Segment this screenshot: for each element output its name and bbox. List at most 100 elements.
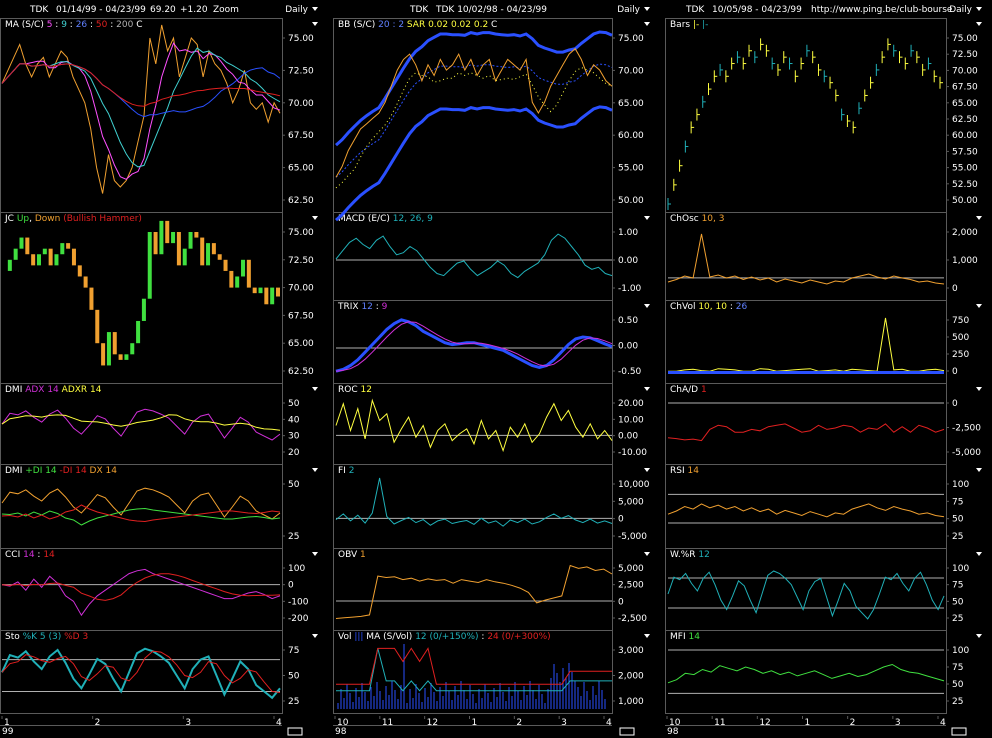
candle — [7, 259, 12, 271]
y-tick-label: 5,000 — [618, 497, 644, 507]
panel-menu-icon[interactable] — [976, 634, 982, 638]
scroll-button-icon[interactable] — [951, 727, 967, 736]
y-tick-label: 0 — [618, 515, 624, 525]
candle — [252, 287, 257, 294]
panel-title-rsi: RSI 14 — [670, 466, 699, 476]
header-url: http://www.ping.be/club-bourse — [811, 5, 953, 15]
y-tick-label: 0 — [952, 399, 958, 409]
panel-menu-icon[interactable] — [644, 387, 650, 391]
y-tick-label: 0 — [618, 597, 624, 607]
panel-menu-icon[interactable] — [976, 468, 982, 472]
series-minus-di — [1, 504, 281, 523]
y-tick-label: 2,500 — [618, 581, 644, 591]
panel-title-ma: MA (S/C) 5 : 9 : 26 : 50 : 200 C — [5, 20, 142, 30]
y-tick-label: 75.00 — [952, 34, 978, 44]
panel-menu-icon[interactable] — [976, 216, 982, 220]
x-tick-label: 11 — [382, 718, 393, 728]
panel-title-macd: MACD (E/C) 12, 26, 9 — [338, 214, 433, 224]
header-symbol: TDK — [685, 5, 705, 15]
candle — [106, 332, 111, 366]
panel-menu-icon[interactable] — [976, 552, 982, 556]
panel-menu-icon[interactable] — [312, 387, 318, 391]
year-label: 99 — [2, 727, 14, 737]
header-change: +1.20 — [180, 5, 208, 15]
panel-frame-wr — [665, 548, 947, 631]
panel-menu-icon[interactable] — [976, 387, 982, 391]
x-tick-label: 4 — [940, 718, 946, 728]
panel-title-sto: Sto %K 5 (3) %D 3 — [5, 632, 88, 642]
scroll-button-icon[interactable] — [287, 727, 303, 736]
panel-title-bars: Bars |- |- — [670, 20, 708, 30]
x-tick-label: 1 — [472, 718, 478, 728]
y-tick-label: 40 — [288, 415, 300, 425]
candle — [188, 232, 193, 249]
y-tick-label: 50 — [288, 672, 300, 682]
y-tick-label: 100 — [952, 646, 969, 656]
panel-frame-dmi2 — [0, 464, 283, 549]
chevron-down-icon[interactable] — [312, 7, 318, 11]
panel-title-roc: ROC 12 — [338, 385, 372, 395]
panel-menu-icon[interactable] — [312, 216, 318, 220]
y-tick-label: 67.50 — [952, 83, 978, 93]
panel-frame-jc — [0, 212, 283, 384]
candle — [71, 248, 76, 266]
y-tick-label: 65.00 — [288, 339, 314, 349]
x-tick-label: 12 — [759, 718, 770, 728]
y-tick-label: -100 — [288, 597, 309, 607]
candle — [66, 243, 71, 249]
panel-menu-icon[interactable] — [976, 304, 982, 308]
y-tick-label: 1,000 — [618, 697, 644, 707]
candle — [13, 248, 18, 260]
candle — [83, 276, 88, 288]
candle — [77, 265, 82, 277]
y-tick-label: -5,000 — [952, 448, 981, 458]
y-tick-label: -2,500 — [618, 614, 647, 624]
y-tick-label: -200 — [288, 614, 309, 624]
y-tick-label: 70.00 — [288, 99, 314, 109]
series-ma-9 — [1, 47, 281, 168]
y-tick-label: 500 — [952, 333, 969, 343]
panel-menu-icon[interactable] — [644, 468, 650, 472]
panel-menu-icon[interactable] — [644, 552, 650, 556]
y-tick-label: 25 — [288, 532, 299, 542]
series-mfi — [667, 663, 945, 684]
panel-menu-icon[interactable] — [644, 216, 650, 220]
candle — [130, 343, 135, 355]
panel-menu-icon[interactable] — [644, 22, 650, 26]
y-tick-label: 62.50 — [288, 196, 314, 206]
candle — [153, 232, 158, 255]
y-tick-label: 65.00 — [952, 99, 978, 109]
chevron-down-icon[interactable] — [644, 7, 650, 11]
candle — [200, 237, 205, 266]
y-tick-label: 25 — [952, 697, 963, 707]
scroll-button-icon[interactable] — [619, 727, 635, 736]
series-trix-signal — [335, 321, 613, 372]
panel-menu-icon[interactable] — [644, 304, 650, 308]
y-tick-label: 2,000 — [952, 228, 978, 238]
panel-menu-icon[interactable] — [312, 552, 318, 556]
panel-menu-icon[interactable] — [976, 22, 982, 26]
panel-menu-icon[interactable] — [312, 468, 318, 472]
y-tick-label: 25 — [952, 614, 963, 624]
y-tick-label: 0.00 — [618, 256, 638, 266]
header-date-range: 10/05/98 - 04/23/99 — [712, 5, 802, 15]
candle — [141, 298, 146, 321]
zoom-button: Zoom — [213, 5, 239, 15]
y-tick-label: 60.00 — [618, 131, 644, 141]
panel-title-trix: TRIX 12 : 9 — [337, 302, 388, 312]
header-price: 69.20 — [150, 5, 176, 15]
y-tick-label: 75.00 — [288, 228, 314, 238]
candle — [54, 254, 59, 266]
series-vol-ma-24 — [336, 647, 612, 685]
chevron-down-icon[interactable] — [976, 7, 982, 11]
series-bb-lower — [335, 105, 613, 222]
y-tick-label: 75 — [952, 497, 963, 507]
panel-menu-icon[interactable] — [644, 634, 650, 638]
x-tick-label: 12 — [427, 718, 438, 728]
panel-menu-icon[interactable] — [312, 634, 318, 638]
y-tick-label: 65.00 — [288, 164, 314, 174]
y-tick-label: 50 — [952, 680, 964, 690]
panel-frame-fi — [333, 464, 613, 549]
y-tick-label: 100 — [952, 564, 969, 574]
panel-menu-icon[interactable] — [312, 22, 318, 26]
